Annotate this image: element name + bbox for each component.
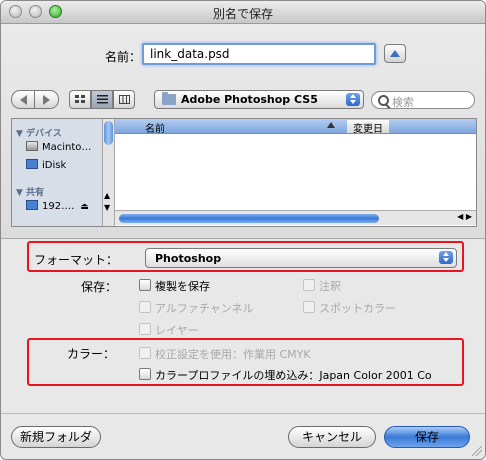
scroll-arrows-icon[interactable]: ◀ ▶ [457, 212, 472, 221]
sidebar-section-devices[interactable]: ▼ デバイス [16, 126, 62, 139]
file-list: 名前 変更日 ◀ ▶ [115, 119, 476, 226]
sidebar-item-network[interactable]: 192…. ⏏ [26, 200, 89, 212]
checkbox-label: アルファチャンネル [155, 302, 254, 315]
name-label: 名前： [105, 50, 142, 64]
back-button[interactable] [11, 90, 35, 109]
icon-view-icon [75, 95, 85, 103]
horizontal-scrollbar[interactable]: ◀ ▶ [115, 210, 476, 225]
eject-icon[interactable]: ⏏ [80, 202, 89, 212]
sidebar-item-label: 192…. [42, 201, 75, 212]
checkbox-alpha-channels[interactable] [139, 301, 151, 313]
back-arrow-icon [20, 95, 27, 105]
collapse-browser-button[interactable] [384, 44, 406, 63]
checkbox-label: カラープロファイルの埋め込み：Japan Color 2001 Co [155, 369, 432, 382]
icon-view-button[interactable] [69, 90, 91, 109]
checkbox-layers[interactable] [139, 323, 151, 335]
scroll-down-arrow-icon[interactable]: ▼ [104, 203, 110, 212]
search-placeholder: 検索 [392, 96, 414, 109]
checkbox-label: 複製を保存 [155, 280, 210, 293]
new-folder-button[interactable]: 新規フォルダ [11, 426, 101, 448]
sidebar: ▼ デバイス Macinto… iDisk ▼ 共有 192…. ⏏ [12, 119, 103, 226]
sidebar-item-label: Macinto… [42, 142, 92, 153]
forward-arrow-icon [43, 95, 50, 105]
checkbox-label: スポットカラー [319, 302, 396, 315]
color-label: カラー： [67, 347, 116, 361]
divider [1, 238, 485, 239]
list-view-button[interactable] [91, 90, 113, 109]
checkbox-label: 校正設定を使用：作業用 CMYK [155, 348, 311, 361]
divider [1, 413, 485, 414]
scroll-thumb[interactable] [104, 121, 113, 145]
list-view-icon [97, 95, 108, 104]
triangle-up-icon [390, 50, 400, 57]
sidebar-item-macintosh[interactable]: Macinto… [26, 141, 91, 153]
list-header: 名前 変更日 [115, 119, 476, 135]
search-field[interactable]: 検索 [371, 91, 475, 109]
location-label: Adobe Photoshop CS5 [181, 93, 318, 106]
checkbox-notes[interactable] [303, 279, 315, 291]
column-header-name[interactable]: 名前 [145, 120, 165, 135]
save-as-dialog: 別名で保存 名前： Adobe Photoshop CS5 検索 ▼ デバイス … [0, 0, 486, 460]
column-view-icon [119, 95, 130, 104]
sidebar-item-idisk[interactable]: iDisk [26, 159, 66, 171]
resize-grip-icon[interactable] [472, 446, 482, 456]
network-computer-icon [26, 200, 38, 210]
forward-button[interactable] [35, 90, 59, 109]
filename-input[interactable] [142, 43, 376, 65]
sidebar-scrollbar[interactable]: ▲ ▼ [103, 119, 115, 226]
popup-stepper-icon [439, 251, 453, 264]
save-button[interactable]: 保存 [384, 426, 470, 448]
format-label: フォーマット： [34, 253, 119, 267]
hard-disk-icon [26, 141, 38, 151]
window-title: 別名で保存 [212, 7, 273, 21]
checkbox-embed-color-profile[interactable] [139, 368, 151, 380]
checkbox-save-copy[interactable] [139, 279, 151, 291]
idisk-icon [26, 159, 38, 169]
location-popup[interactable]: Adobe Photoshop CS5 [154, 90, 364, 109]
checkbox-spot-colors[interactable] [303, 301, 315, 313]
checkbox-label: レイヤー [155, 324, 199, 337]
title-bar: 別名で保存 [1, 1, 485, 24]
popup-stepper-icon [346, 93, 360, 106]
scroll-thumb[interactable] [119, 214, 379, 223]
column-header-modified[interactable]: 変更日 [347, 120, 389, 135]
format-popup[interactable]: Photoshop [145, 248, 457, 268]
format-value: Photoshop [155, 252, 222, 265]
column-view-button[interactable] [113, 90, 135, 109]
checkbox-label: 注釈 [319, 280, 341, 293]
sort-ascending-icon [327, 122, 335, 128]
sidebar-section-shared[interactable]: ▼ 共有 [16, 185, 44, 198]
sidebar-item-label: iDisk [42, 160, 67, 171]
save-label: 保存： [81, 280, 118, 294]
scroll-up-arrow-icon[interactable]: ▲ [104, 191, 110, 200]
search-icon [378, 95, 389, 106]
checkbox-use-proof-setup[interactable] [139, 347, 151, 359]
cancel-button[interactable]: キャンセル [288, 426, 376, 448]
folder-icon [162, 92, 176, 105]
file-browser: ▼ デバイス Macinto… iDisk ▼ 共有 192…. ⏏ ▲ ▼ 名前… [11, 118, 477, 227]
